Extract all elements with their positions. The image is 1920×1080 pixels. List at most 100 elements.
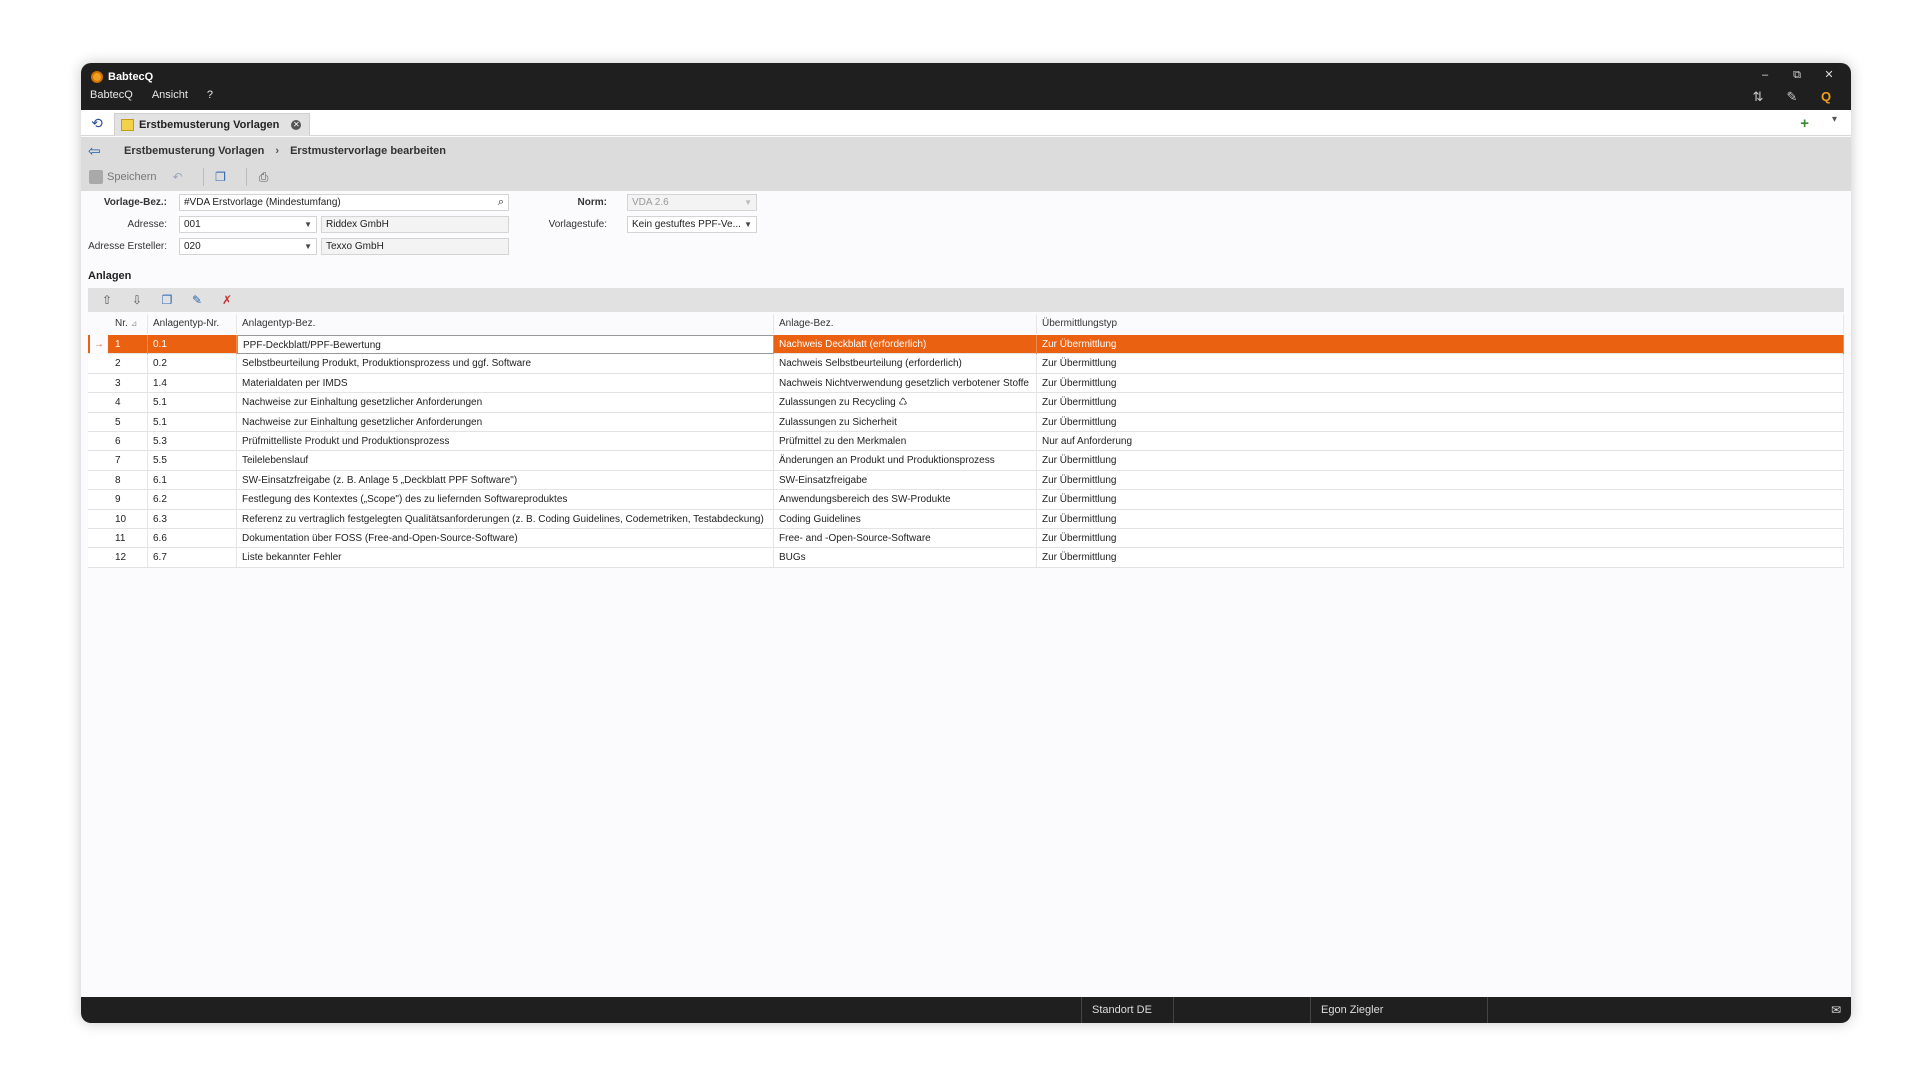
table-row[interactable]: → 1 0.1 PPF-Deckblatt/PPF-Bewertung Nachweis… — [88, 335, 1844, 355]
edit-layout-icon[interactable]: ✎ — [1775, 87, 1809, 107]
cell-typ-nr[interactable]: 6.1 — [148, 470, 237, 490]
table-row[interactable]: 9 6.2 Festlegung des Kontextes („Scope") d… — [88, 490, 1844, 510]
menu-help[interactable]: ? — [207, 89, 213, 101]
move-up-icon[interactable]: ⇧ — [96, 291, 118, 309]
cell-typ-nr[interactable]: 5.1 — [148, 412, 237, 432]
cell-uebermittlung[interactable]: Zur Übermittlung — [1037, 529, 1844, 548]
cell-typ-nr[interactable]: 0.1 — [148, 335, 237, 354]
vorlage-field[interactable]: #VDA Erstvorlage (Mindestumfang) ⌕ — [179, 194, 509, 211]
cell-nr[interactable]: 1 — [110, 335, 148, 354]
cell-nr[interactable]: 5 — [110, 412, 148, 432]
table-row[interactable]: 4 5.1 Nachweise zur Einhaltung gesetzliche… — [88, 393, 1844, 413]
cell-typ-bez[interactable]: PPF-Deckblatt/PPF-Bewertung — [237, 335, 774, 354]
cell-nr[interactable]: 12 — [110, 548, 148, 568]
home-icon[interactable]: ⟲ — [88, 114, 106, 132]
cell-nr[interactable]: 9 — [110, 490, 148, 510]
add-row-icon[interactable]: ❐ — [156, 291, 178, 309]
cell-anlage-bez[interactable]: BUGs — [774, 548, 1037, 568]
cell-uebermittlung[interactable]: Zur Übermittlung — [1037, 509, 1844, 529]
cell-anlage-bez[interactable]: Free- and -Open-Source-Software — [774, 529, 1037, 548]
delete-row-icon[interactable]: ✗ — [216, 291, 238, 309]
cell-nr[interactable]: 3 — [110, 373, 148, 393]
cell-anlage-bez[interactable]: Nachweis Selbstbeurteilung (erforderlich… — [774, 354, 1037, 374]
table-row[interactable]: 12 6.7 Liste bekannter Fehler BUGs Zur Überm… — [88, 548, 1844, 568]
cell-typ-bez[interactable]: Referenz zu vertraglich festgelegten Qua… — [237, 509, 774, 529]
cell-nr[interactable]: 11 — [110, 529, 148, 548]
cell-typ-nr[interactable]: 5.3 — [148, 432, 237, 451]
cell-uebermittlung[interactable]: Zur Übermittlung — [1037, 412, 1844, 432]
cell-typ-bez[interactable]: Selbstbeurteilung Produkt, Produktionspr… — [237, 354, 774, 374]
adresse-code-select[interactable]: 001 ▼ — [179, 216, 317, 233]
cell-typ-bez[interactable]: Materialdaten per IMDS — [237, 373, 774, 393]
user-settings-icon[interactable]: ⇅ — [1741, 87, 1775, 107]
edit-row-icon[interactable]: ✎ — [186, 291, 208, 309]
table-row[interactable]: 10 6.3 Referenz zu vertraglich festgelegte… — [88, 509, 1844, 529]
restore-button[interactable]: ⧉ — [1781, 65, 1813, 85]
cell-uebermittlung[interactable]: Nur auf Anforderung — [1037, 432, 1844, 451]
cell-typ-nr[interactable]: 5.1 — [148, 393, 237, 413]
cell-nr[interactable]: 7 — [110, 451, 148, 471]
table-row[interactable]: 3 1.4 Materialdaten per IMDS Nachweis Nicht… — [88, 373, 1844, 394]
cell-typ-nr[interactable]: 6.2 — [148, 490, 237, 510]
cell-anlage-bez[interactable]: Zulassungen zu Recycling ♺ — [774, 393, 1037, 413]
cell-typ-nr[interactable]: 6.7 — [148, 548, 237, 568]
search-icon[interactable]: ⌕ — [498, 195, 504, 210]
table-row[interactable]: 7 5.5 Teilelebenslauf Änderungen an Produkt… — [88, 451, 1844, 471]
breadcrumb-item[interactable]: Erstbemusterung Vorlagen — [124, 145, 264, 157]
column-header-uebermittlung[interactable]: Übermittlungstyp — [1037, 314, 1844, 334]
menu-ansicht[interactable]: Ansicht — [152, 89, 188, 101]
move-down-icon[interactable]: ⇩ — [126, 291, 148, 309]
table-row[interactable]: 2 0.2 Selbstbeurteilung Produkt, Produktio… — [88, 354, 1844, 374]
cell-typ-nr[interactable]: 6.3 — [148, 509, 237, 529]
table-row[interactable]: 6 5.3 Prüfmittelliste Produkt und Produkti… — [88, 432, 1844, 452]
add-tab-button[interactable]: + — [1800, 115, 1809, 132]
cell-uebermittlung[interactable]: Zur Übermittlung — [1037, 393, 1844, 413]
cell-anlage-bez[interactable]: Prüfmittel zu den Merkmalen — [774, 432, 1037, 451]
cell-anlage-bez[interactable]: Zulassungen zu Sicherheit — [774, 412, 1037, 432]
stufe-select[interactable]: Kein gestuftes PPF-Ve... ▼ — [627, 216, 757, 233]
cell-typ-nr[interactable]: 5.5 — [148, 451, 237, 471]
menu-babtecq[interactable]: BabtecQ — [90, 89, 133, 101]
cell-nr[interactable]: 10 — [110, 509, 148, 529]
cell-nr[interactable]: 2 — [110, 354, 148, 374]
save-button[interactable]: Speichern — [89, 170, 157, 184]
cell-anlage-bez[interactable]: Coding Guidelines — [774, 509, 1037, 529]
cell-uebermittlung[interactable]: Zur Übermittlung — [1037, 373, 1844, 393]
undo-button[interactable]: ↶ — [171, 170, 189, 184]
cell-typ-bez[interactable]: Liste bekannter Fehler — [237, 548, 774, 568]
ersteller-code-select[interactable]: 020 ▼ — [179, 238, 317, 255]
column-header-typ-bez[interactable]: Anlagentyp-Bez. — [237, 314, 774, 334]
close-button[interactable]: ✕ — [1813, 65, 1845, 85]
minimize-button[interactable]: – — [1749, 65, 1781, 85]
column-header-anlage-bez[interactable]: Anlage-Bez. — [774, 314, 1037, 334]
new-doc-button[interactable]: ❐ — [214, 170, 232, 184]
cell-anlage-bez[interactable]: Nachweis Deckblatt (erforderlich) — [774, 335, 1037, 354]
cell-anlage-bez[interactable]: Änderungen an Produkt und Produktionspro… — [774, 451, 1037, 471]
tab-erstbemusterung-vorlagen[interactable]: Erstbemusterung Vorlagen ✕ — [114, 113, 310, 136]
cell-typ-bez[interactable]: Teilelebenslauf — [237, 451, 774, 471]
cell-uebermittlung[interactable]: Zur Übermittlung — [1037, 335, 1844, 354]
cell-uebermittlung[interactable]: Zur Übermittlung — [1037, 451, 1844, 471]
cell-nr[interactable]: 6 — [110, 432, 148, 451]
cell-typ-bez[interactable]: Prüfmittelliste Produkt und Produktionsp… — [237, 432, 774, 451]
cell-typ-bez[interactable]: Nachweise zur Einhaltung gesetzlicher An… — [237, 412, 774, 432]
column-header-nr[interactable]: Nr. ⊿ — [110, 314, 148, 334]
table-row[interactable]: 5 5.1 Nachweise zur Einhaltung gesetzliche… — [88, 412, 1844, 432]
cell-uebermittlung[interactable]: Zur Übermittlung — [1037, 490, 1844, 510]
cell-nr[interactable]: 8 — [110, 470, 148, 490]
cell-typ-nr[interactable]: 1.4 — [148, 373, 237, 393]
cell-uebermittlung[interactable]: Zur Übermittlung — [1037, 548, 1844, 568]
cell-typ-bez[interactable]: SW-Einsatzfreigabe (z. B. Anlage 5 „Deck… — [237, 470, 774, 490]
tab-menu-button[interactable]: ▾ — [1832, 114, 1837, 125]
cell-anlage-bez[interactable]: SW-Einsatzfreigabe — [774, 470, 1037, 490]
cell-typ-bez[interactable]: Festlegung des Kontextes („Scope") des z… — [237, 490, 774, 510]
cell-typ-nr[interactable]: 0.2 — [148, 354, 237, 374]
cell-uebermittlung[interactable]: Zur Übermittlung — [1037, 354, 1844, 374]
table-row[interactable]: 8 6.1 SW-Einsatzfreigabe (z. B. Anlage 5 „… — [88, 470, 1844, 491]
back-arrow-icon[interactable]: ⇦ — [88, 142, 101, 160]
cell-uebermittlung[interactable]: Zur Übermittlung — [1037, 470, 1844, 490]
cell-nr[interactable]: 4 — [110, 393, 148, 413]
tab-close-icon[interactable]: ✕ — [291, 120, 302, 130]
table-row[interactable]: 11 6.6 Dokumentation über FOSS (Free-and-O… — [88, 529, 1844, 549]
cell-typ-nr[interactable]: 6.6 — [148, 529, 237, 548]
